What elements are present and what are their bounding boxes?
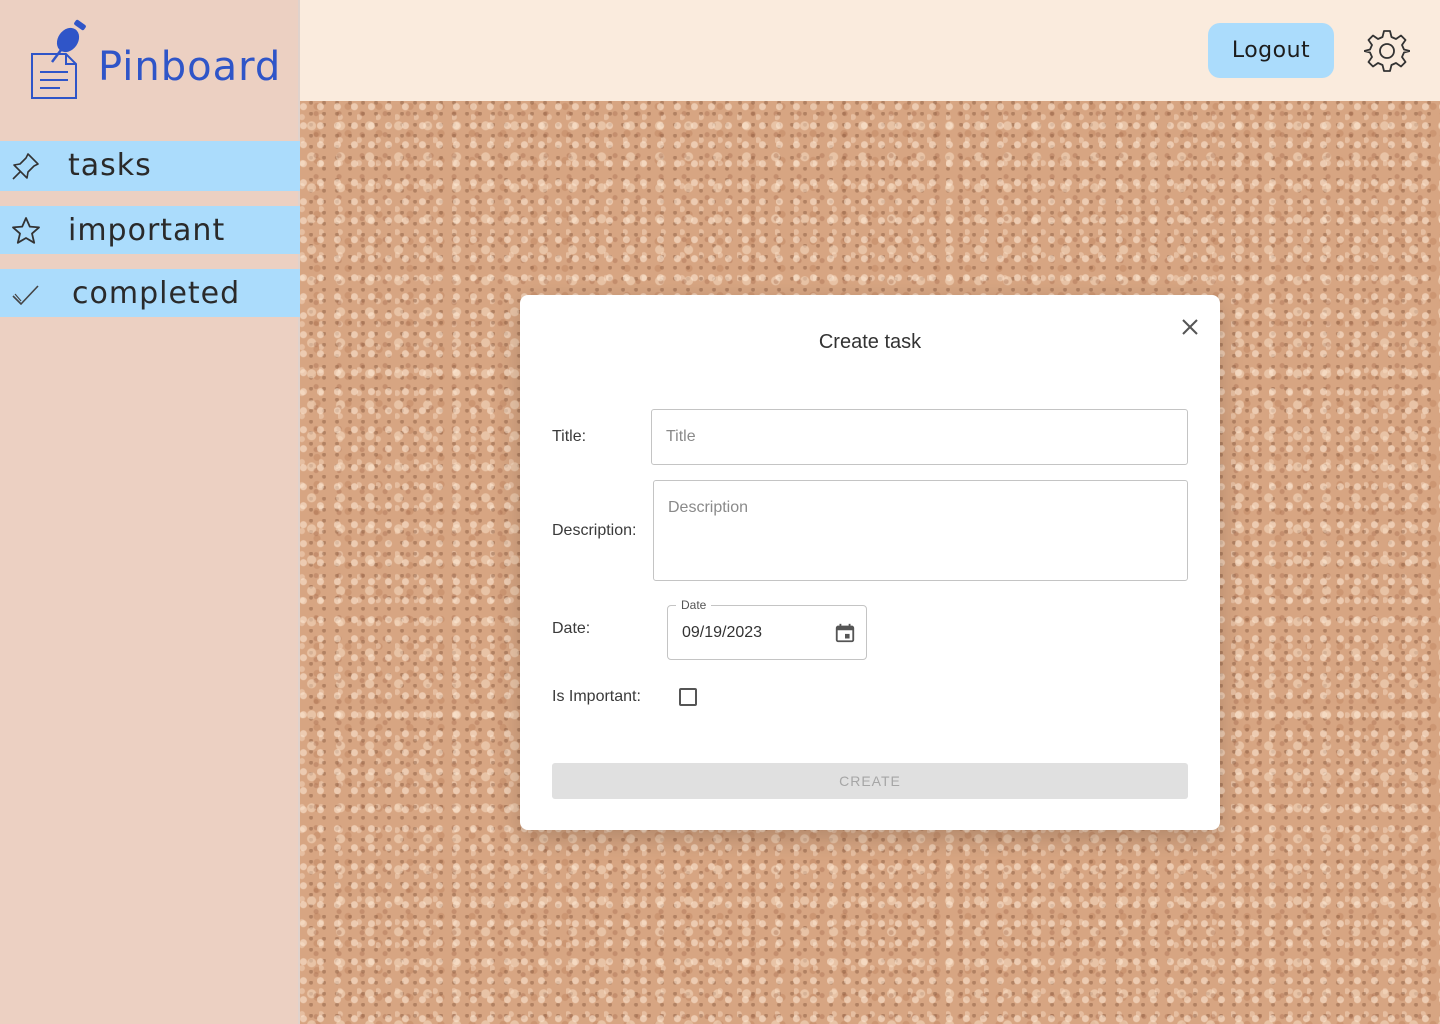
dialog-title: Create task — [818, 331, 922, 353]
sidebar: Pinboard tasks important completed — [0, 0, 300, 1024]
date-label: Date: — [552, 620, 591, 637]
date-picker-field[interactable]: Date 09/19/2023 — [667, 598, 867, 660]
title-label: Title: — [552, 428, 587, 445]
date-field-legend: Date — [676, 598, 712, 612]
description-input[interactable] — [653, 480, 1188, 581]
pinboard-logo-icon — [31, 19, 86, 99]
create-button[interactable]: CREATE — [552, 763, 1188, 799]
pushpin-icon — [12, 153, 39, 180]
sidebar-item-tasks[interactable]: tasks — [0, 141, 300, 191]
checkmark-icon — [12, 285, 39, 306]
title-input[interactable] — [651, 409, 1188, 465]
gear-icon[interactable] — [1364, 28, 1410, 74]
sidebar-item-label: tasks — [68, 148, 152, 183]
brand[interactable]: Pinboard — [28, 18, 280, 102]
app-name: Pinboard — [98, 44, 282, 90]
close-icon[interactable] — [1178, 315, 1202, 339]
important-checkbox[interactable] — [679, 688, 697, 706]
sidebar-item-label: completed — [72, 276, 241, 311]
sidebar-item-label: important — [68, 213, 226, 248]
logout-button[interactable]: Logout — [1208, 23, 1334, 78]
sidebar-item-completed[interactable]: completed — [0, 269, 300, 317]
description-label: Description: — [552, 522, 637, 539]
date-value: 09/19/2023 — [682, 624, 763, 641]
sidebar-item-important[interactable]: important — [0, 206, 300, 254]
calendar-icon[interactable] — [834, 622, 856, 644]
important-label: Is Important: — [552, 688, 641, 705]
star-icon — [12, 217, 40, 244]
create-task-dialog: Create task Title: Description: Date: Da… — [520, 295, 1220, 830]
top-header: Logout — [300, 0, 1440, 101]
